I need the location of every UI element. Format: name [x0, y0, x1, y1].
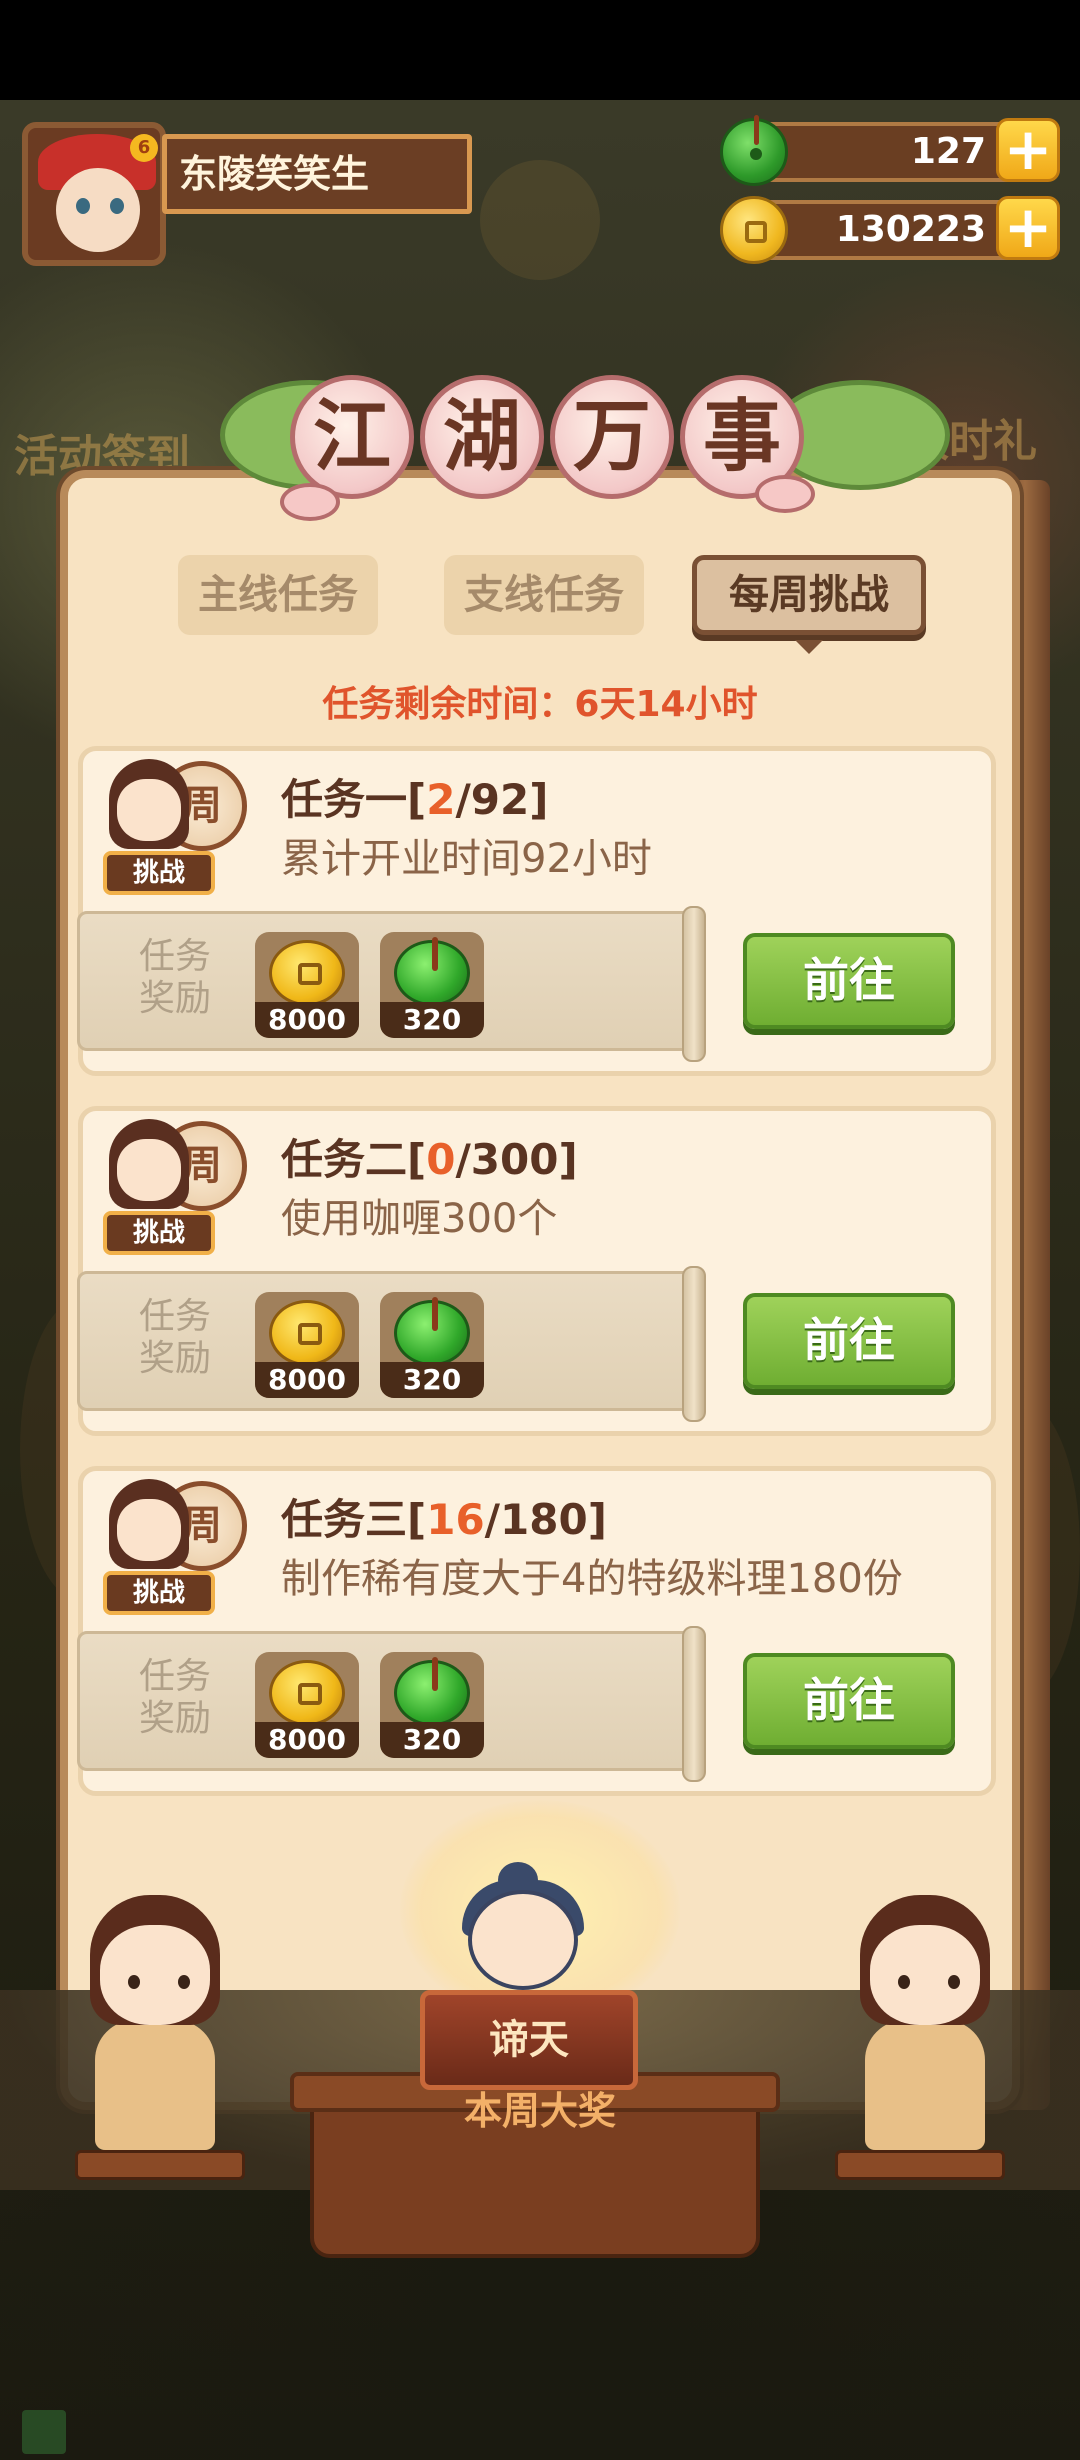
- coin-icon: [269, 940, 345, 1006]
- task-progress-total: 180: [500, 1495, 588, 1544]
- task-title: 任务一[2/92]: [281, 775, 549, 824]
- player-name: 东陵笑笑生: [162, 134, 472, 214]
- active-tab-pointer: [795, 640, 823, 654]
- task-description: 制作稀有度大于4的特级料理180份: [281, 1556, 903, 1602]
- challenge-tag: 挑战: [103, 1211, 215, 1255]
- task-card: 周 挑战 任务三[16/180] 制作稀有度大于4的特级料理180份 任务奖励 …: [77, 1466, 996, 1796]
- tab-side-quests[interactable]: 支线任务: [444, 555, 644, 635]
- task-progress-total: 300: [470, 1135, 559, 1184]
- reward-amount: 8000: [255, 1002, 359, 1038]
- reward-amount: 8000: [255, 1722, 359, 1758]
- dumpling-decoration: [280, 483, 340, 521]
- coin-currency: 130223 +: [720, 196, 1060, 264]
- title-char: 江: [290, 375, 414, 499]
- challenge-badge: 周 挑战: [95, 751, 247, 901]
- jade-icon: [394, 1297, 470, 1366]
- weekly-prize-name[interactable]: 谛天: [420, 1990, 638, 2090]
- task-progress-current: 16: [426, 1495, 485, 1544]
- panel-title: 江 湖 万 事: [280, 375, 815, 525]
- prize-character-avatar[interactable]: [468, 1890, 578, 1990]
- task-title: 任务三[16/180]: [281, 1495, 607, 1544]
- reward-jade[interactable]: 320: [380, 932, 484, 1038]
- jade-amount: 127: [750, 122, 1030, 182]
- tab-weekly-challenge[interactable]: 每周挑战: [692, 555, 926, 635]
- status-bar: [0, 0, 1080, 100]
- coin-icon: [720, 196, 788, 264]
- reward-coin[interactable]: 8000: [255, 1652, 359, 1758]
- task-card: 周 挑战 任务一[2/92] 累计开业时间92小时 任务奖励 8000 320 …: [77, 746, 996, 1076]
- task-description: 累计开业时间92小时: [281, 836, 652, 882]
- reward-amount: 320: [380, 1722, 484, 1758]
- jade-icon: [720, 115, 788, 186]
- jade-currency: 127 +: [720, 115, 1060, 186]
- title-char: 万: [550, 375, 674, 499]
- reward-label: 任务奖励: [138, 1656, 211, 1739]
- time-remaining: 任务剩余时间：6天14小时: [322, 684, 758, 725]
- reward-coin[interactable]: 8000: [255, 1292, 359, 1398]
- challenge-tag: 挑战: [103, 851, 215, 895]
- task-progress-total: 92: [470, 775, 530, 824]
- task-card: 周 挑战 任务二[0/300] 使用咖喱300个 任务奖励 8000 320 前…: [77, 1106, 996, 1436]
- reward-amount: 320: [380, 1362, 484, 1398]
- go-button[interactable]: 前往: [743, 1653, 955, 1749]
- task-progress-current: 0: [426, 1135, 456, 1184]
- go-button[interactable]: 前往: [743, 933, 955, 1029]
- bench: [835, 2150, 1005, 2180]
- reward-amount: 320: [380, 1002, 484, 1038]
- jade-icon: [394, 937, 470, 1006]
- add-jade-button[interactable]: +: [996, 118, 1060, 182]
- maid-left: [70, 1895, 240, 2155]
- reward-amount: 8000: [255, 1362, 359, 1398]
- corner-marker: [22, 2410, 66, 2454]
- task-description: 使用咖喱300个: [281, 1196, 558, 1242]
- dumpling-decoration: [755, 475, 815, 513]
- reward-label: 任务奖励: [138, 1296, 211, 1379]
- reward-scroll: 任务奖励 8000 320: [77, 1626, 706, 1782]
- reward-scroll: 任务奖励 8000 320: [77, 906, 706, 1062]
- challenge-tag: 挑战: [103, 1571, 215, 1615]
- coin-amount: 130223: [750, 200, 1030, 260]
- task-progress-current: 2: [426, 775, 456, 824]
- jade-icon: [394, 1657, 470, 1726]
- bench: [75, 2150, 245, 2180]
- task-title: 任务二[0/300]: [281, 1135, 578, 1184]
- reward-label: 任务奖励: [138, 936, 211, 1019]
- tab-main-quests[interactable]: 主线任务: [178, 555, 378, 635]
- avatar[interactable]: 6: [22, 122, 166, 266]
- coin-icon: [269, 1660, 345, 1726]
- maid-right: [840, 1895, 1010, 2155]
- challenge-badge: 周 挑战: [95, 1111, 247, 1261]
- challenge-badge: 周 挑战: [95, 1471, 247, 1621]
- vip-badge-icon: 6: [130, 134, 158, 162]
- go-button[interactable]: 前往: [743, 1293, 955, 1389]
- reward-jade[interactable]: 320: [380, 1652, 484, 1758]
- title-char: 湖: [420, 375, 544, 499]
- coin-icon: [269, 1300, 345, 1366]
- reward-coin[interactable]: 8000: [255, 932, 359, 1038]
- reward-scroll: 任务奖励 8000 320: [77, 1266, 706, 1422]
- add-coins-button[interactable]: +: [996, 196, 1060, 260]
- reward-jade[interactable]: 320: [380, 1292, 484, 1398]
